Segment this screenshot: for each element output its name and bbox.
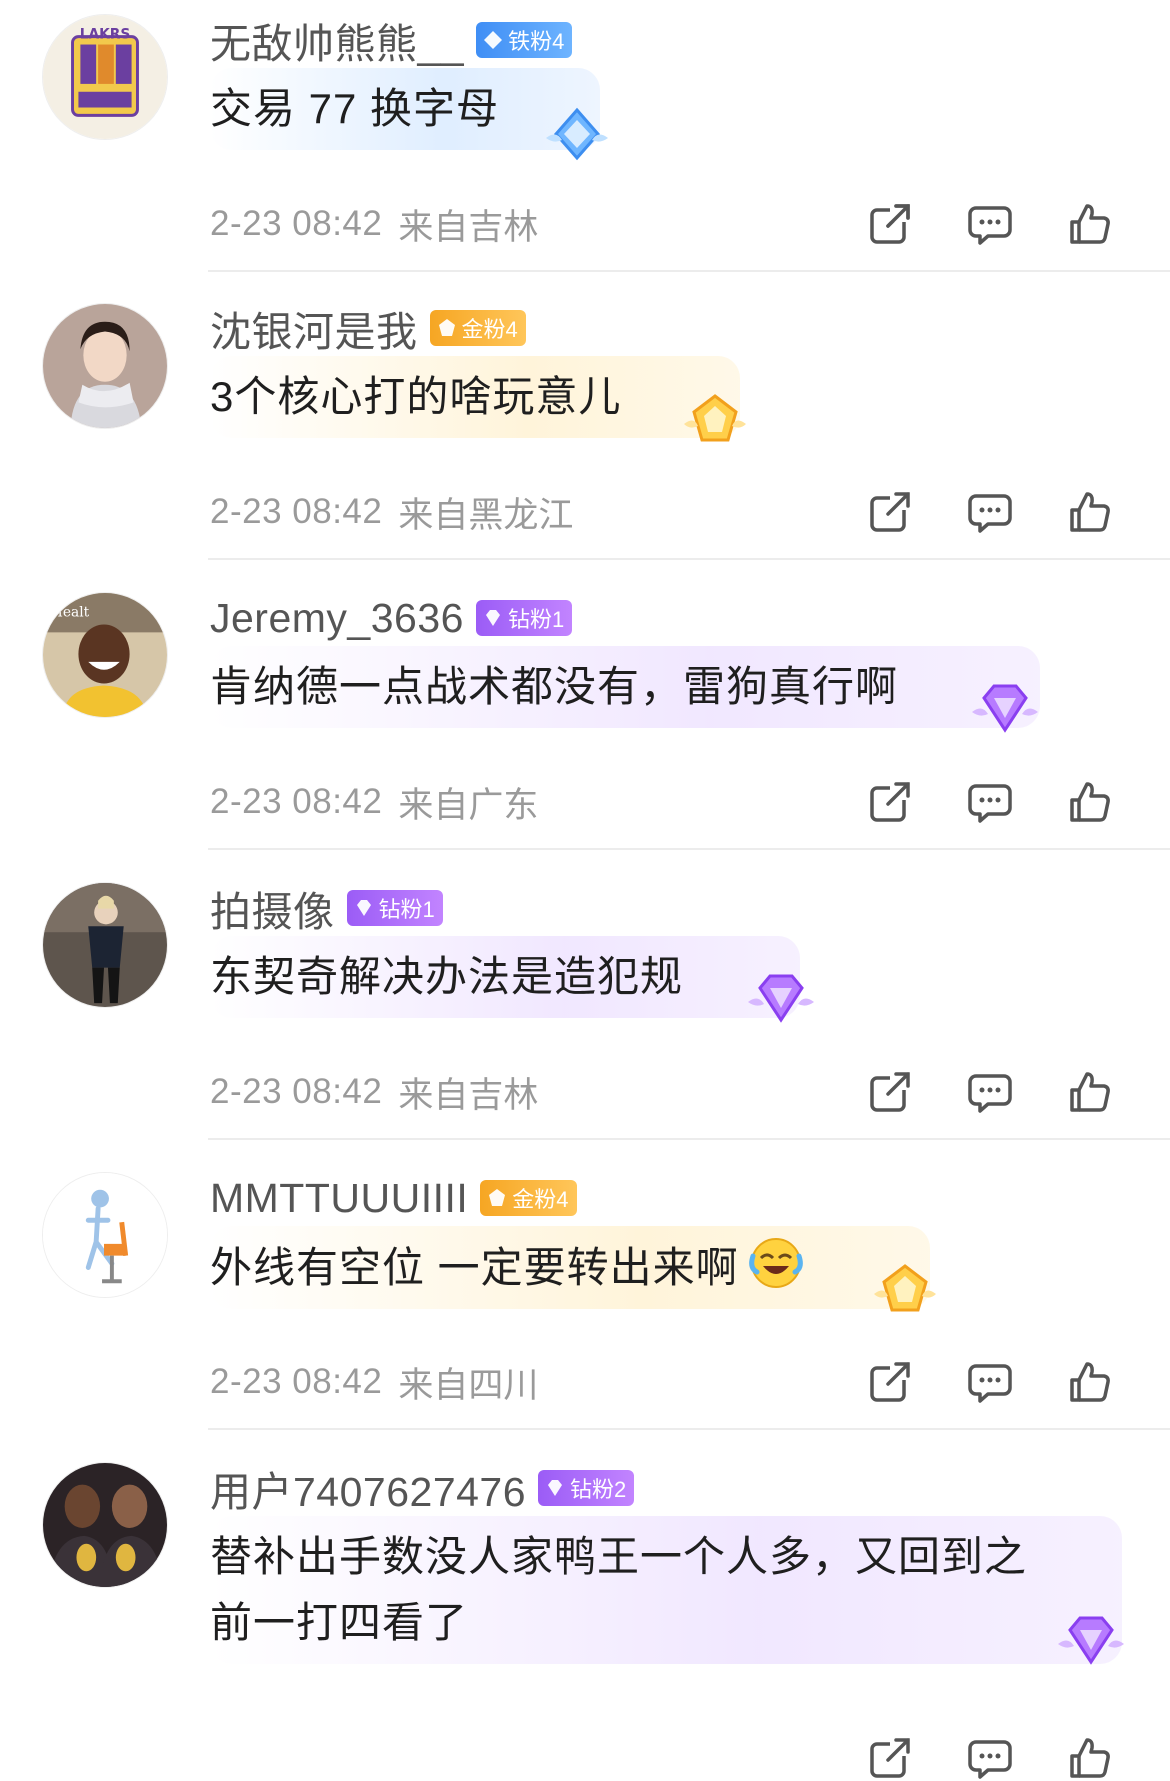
meta-row: 2-23 08:42 来自吉林 [210, 1068, 538, 1116]
comment-icon[interactable] [966, 200, 1014, 248]
username[interactable]: 用户7407627476 [210, 1458, 526, 1518]
comment-time: 2-23 08:42 [210, 1072, 383, 1111]
fan-badge: 铁粉4 [476, 22, 573, 58]
name-row: MMTTUUUIIII 金粉4 [210, 1174, 577, 1222]
name-row: 用户7407627476 钻粉2 [210, 1464, 635, 1515]
username[interactable]: 拍摄像 [210, 878, 335, 938]
thumbs-up-icon[interactable] [1066, 488, 1114, 536]
name-row: Jeremy_3636 钻粉1 [210, 594, 573, 642]
meta-row [210, 1713, 226, 1761]
gold-fan-emblem-icon [874, 1264, 936, 1312]
diamond-icon [485, 610, 500, 626]
comment-time: 2-23 08:42 [210, 782, 383, 821]
name-row: 沈银河是我 金粉4 [210, 304, 526, 355]
comment-icon[interactable] [966, 1358, 1014, 1406]
comment-time: 2-23 08:42 [210, 204, 383, 243]
fan-badge-label: 铁粉4 [508, 29, 565, 54]
fan-badge: 钻粉2 [538, 1470, 635, 1506]
divider [208, 1138, 1170, 1140]
thumbs-up-icon[interactable] [1066, 1068, 1114, 1116]
thumbs-up-icon[interactable] [1066, 778, 1114, 826]
comment-icon[interactable] [966, 1068, 1014, 1116]
username[interactable]: MMTTUUUIIII [210, 1175, 468, 1222]
username[interactable]: 无敌帅熊熊__ [210, 10, 464, 70]
fan-badge-label: 金粉4 [512, 1187, 569, 1212]
diamond-fan-emblem-icon [972, 684, 1038, 733]
fan-badge-label: 金粉4 [461, 317, 518, 342]
thumbs-up-icon[interactable] [1066, 1734, 1114, 1781]
divider [208, 270, 1170, 272]
divider [208, 558, 1170, 560]
fan-badge: 金粉4 [480, 1180, 577, 1216]
comment-location: 来自广东 [398, 785, 539, 825]
comment-time: 2-23 08:42 [210, 492, 383, 531]
comment-time: 2-23 08:42 [210, 1362, 383, 1401]
comment-bubble[interactable]: 外线有空位 一定要转出来啊 [210, 1226, 930, 1309]
share-icon[interactable] [866, 1068, 914, 1116]
fan-badge: 钻粉1 [475, 600, 573, 636]
avatar[interactable] [42, 303, 168, 429]
comment-text: 交易 77 换字母 [210, 85, 500, 132]
avatar[interactable] [42, 1172, 168, 1298]
comment-text: 外线有空位 一定要转出来啊 [210, 1244, 739, 1291]
comment-icon[interactable] [966, 1734, 1014, 1781]
comment-location: 来自吉林 [398, 207, 539, 247]
meta-row: 2-23 08:42 来自黑龙江 [210, 488, 573, 536]
diamond-fan-emblem-icon [748, 974, 814, 1023]
meta-row: 2-23 08:42 来自吉林 [210, 200, 538, 248]
thumbs-up-icon[interactable] [1066, 200, 1114, 248]
gold-gem-icon [438, 319, 455, 336]
diamond-icon [548, 1480, 563, 1496]
svg-text:LAKRS: LAKRS [80, 27, 131, 43]
name-row: 拍摄像 钻粉1 [210, 884, 443, 935]
comment-bubble[interactable]: 东契奇解决办法是造犯规 [210, 936, 800, 1018]
comment-bubble[interactable]: 替补出手数没人家鸭王一个人多，又回到之 前一打四看了 [210, 1516, 1122, 1664]
avatar[interactable] [42, 882, 168, 1008]
comment-text-line: 前一打四看了 [210, 1599, 469, 1646]
comment-location: 来自四川 [398, 1365, 539, 1405]
comment-text: 肯纳德一点战术都没有，雷狗真行啊 [210, 663, 899, 710]
avatar[interactable]: LAKRS [42, 14, 168, 140]
divider [208, 848, 1170, 850]
meta-row: 2-23 08:42 来自广东 [210, 778, 538, 826]
avatar[interactable]: Healt [42, 592, 168, 718]
diamond-icon [484, 31, 503, 49]
fan-badge: 金粉4 [429, 310, 526, 346]
thumbs-up-icon[interactable] [1066, 1358, 1114, 1406]
comment-icon[interactable] [966, 488, 1014, 536]
share-icon[interactable] [866, 488, 914, 536]
share-icon[interactable] [866, 1358, 914, 1406]
fan-badge-label: 钻粉1 [507, 607, 565, 632]
svg-text:Healt: Healt [51, 605, 90, 621]
avatar[interactable] [42, 1462, 168, 1588]
laugh-cry-emoji-icon [749, 1238, 803, 1288]
gold-gem-icon [489, 1189, 506, 1206]
comment-bubble[interactable]: 3个核心打的啥玩意儿 [210, 356, 740, 438]
diamond-fan-emblem-icon [1058, 1616, 1124, 1665]
share-icon[interactable] [866, 778, 914, 826]
fan-badge-label: 钻粉1 [378, 897, 435, 922]
comment-location: 来自吉林 [398, 1075, 539, 1115]
comment-icon[interactable] [966, 778, 1014, 826]
comment-location: 来自黑龙江 [398, 495, 574, 535]
comment-bubble[interactable]: 肯纳德一点战术都没有，雷狗真行啊 [210, 646, 1040, 728]
gold-fan-emblem-icon [684, 394, 746, 442]
username[interactable]: Jeremy_3636 [210, 595, 464, 642]
fan-badge-label: 钻粉2 [570, 1477, 627, 1502]
share-icon[interactable] [866, 200, 914, 248]
comment-text: 3个核心打的啥玩意儿 [210, 373, 622, 420]
share-icon[interactable] [866, 1734, 914, 1781]
fan-badge: 钻粉1 [346, 890, 443, 926]
username[interactable]: 沈银河是我 [210, 298, 418, 358]
comment-text: 东契奇解决办法是造犯规 [210, 953, 684, 1000]
meta-row: 2-23 08:42 来自四川 [210, 1358, 538, 1406]
divider [208, 1428, 1170, 1430]
iron-fan-emblem-icon [546, 107, 608, 161]
name-row: 无敌帅熊熊__ 铁粉4 [210, 16, 573, 67]
diamond-icon [356, 900, 371, 916]
comment-text-line: 替补出手数没人家鸭王一个人多，又回到之 [210, 1533, 1028, 1580]
